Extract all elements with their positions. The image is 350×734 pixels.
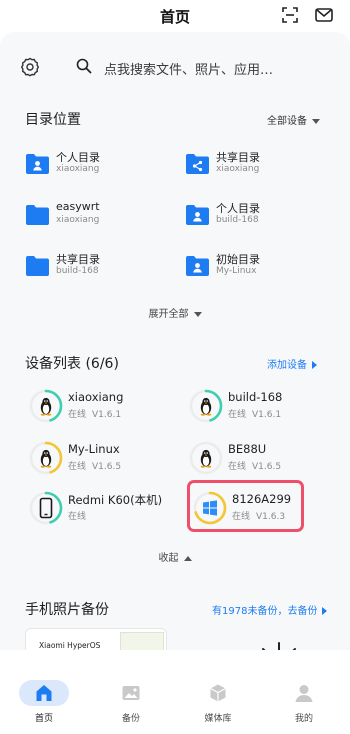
gear-icon[interactable] <box>20 57 40 77</box>
device-card[interactable]: BE88U 在线 V1.6.5 <box>189 441 339 485</box>
thumbnail-brand-text: Xiaomi HyperOS <box>39 641 101 650</box>
status-text: 在线 <box>68 512 87 522</box>
tab-label: 媒体库 <box>204 714 232 724</box>
device-status: 在线 V1.6.1 <box>228 407 281 420</box>
top-bar: 首页 <box>0 0 350 32</box>
linux-penguin-icon <box>40 397 52 416</box>
device-status: 在线 <box>68 509 92 522</box>
photo-icon <box>122 686 140 700</box>
folder-item[interactable]: 共享目录 xiaoxiang <box>185 149 335 185</box>
chevron-right-icon <box>322 607 328 615</box>
device-list-title: 设备列表 (6/6) <box>25 356 119 372</box>
share-folder-icon <box>186 154 209 174</box>
device-card[interactable]: My-Linux 在线 V1.6.5 <box>29 441 179 485</box>
device-status-ring <box>189 441 223 475</box>
device-status-ring <box>29 389 63 423</box>
expand-all-label: 展开全部 <box>148 309 189 320</box>
home-icon <box>36 685 52 701</box>
folder-device: build-168 <box>56 266 99 276</box>
tab-label: 备份 <box>121 714 140 724</box>
folder-device: build-168 <box>216 215 259 225</box>
folder-device: xiaoxiang <box>216 164 260 174</box>
scan-icon[interactable] <box>282 7 298 23</box>
device-filter-label: 全部设备 <box>267 116 307 127</box>
person-folder-icon <box>186 256 209 276</box>
person-folder-icon <box>26 154 49 174</box>
folder-item[interactable]: easywrt xiaoxiang <box>25 200 175 236</box>
device-card[interactable]: xiaoxiang 在线 V1.6.1 <box>29 389 179 433</box>
person-folder-icon <box>186 205 209 225</box>
folder-item[interactable]: 共享目录 build-168 <box>25 251 175 287</box>
tab-label: 我的 <box>294 714 313 724</box>
chevron-down-icon <box>193 311 202 317</box>
folder-item[interactable]: 初始目录 My-Linux <box>185 251 335 287</box>
folder-device: My-Linux <box>216 266 257 276</box>
folder-device: xiaoxiang <box>56 215 100 225</box>
linux-penguin-icon <box>40 449 52 468</box>
device-status: 在线 V1.6.1 <box>68 407 121 420</box>
status-text: 在线 <box>228 410 247 420</box>
folder-icon <box>26 256 49 276</box>
device-name: build-168 <box>228 390 283 404</box>
expand-all-button[interactable]: 展开全部 <box>0 305 350 320</box>
device-version: V1.6.1 <box>92 410 122 420</box>
device-status-ring <box>189 389 223 423</box>
status-text: 在线 <box>228 462 247 472</box>
device-status: 在线 V1.6.5 <box>68 459 121 472</box>
chevron-down-icon <box>312 118 320 124</box>
backup-status-label: 有1978未备份，去备份 <box>212 606 318 617</box>
device-card[interactable]: build-168 在线 V1.6.1 <box>189 389 339 433</box>
backup-title: 手机照片备份 <box>25 602 109 618</box>
folder-name: easywrt <box>56 200 100 213</box>
backup-now-link[interactable]: 有1978未备份，去备份 <box>212 602 328 617</box>
chevron-up-icon <box>183 555 192 561</box>
device-name: xiaoxiang <box>68 390 124 404</box>
directory-title: 目录位置 <box>25 112 81 128</box>
status-text: 在线 <box>68 462 87 472</box>
search-input[interactable]: 点我搜索文件、照片、应用… <box>72 55 274 79</box>
folder-item[interactable]: 个人目录 build-168 <box>185 200 335 236</box>
folder-item[interactable]: 个人目录 xiaoxiang <box>25 149 175 185</box>
folder-name: 共享目录 <box>216 151 260 164</box>
device-version: V1.6.1 <box>252 410 282 420</box>
linux-penguin-icon <box>200 397 212 416</box>
bottom-tab-bar: 首页 备份 媒体库 我的 <box>0 650 350 734</box>
device-status-ring <box>29 441 63 475</box>
collapse-label: 收起 <box>158 553 179 564</box>
folder-name: 个人目录 <box>56 151 100 164</box>
device-name: My-Linux <box>68 442 120 456</box>
device-version: V1.6.5 <box>252 462 282 472</box>
device-status-ring <box>29 491 63 525</box>
chevron-right-icon <box>312 361 317 369</box>
mail-icon[interactable] <box>315 7 333 23</box>
folder-name: 初始目录 <box>216 253 260 266</box>
folder-icon <box>26 205 49 225</box>
linux-penguin-icon <box>200 449 212 468</box>
search-placeholder: 点我搜索文件、照片、应用… <box>104 63 274 78</box>
tab-label: 首页 <box>34 714 53 724</box>
device-filter-dropdown[interactable]: 全部设备 <box>267 112 320 127</box>
device-card[interactable]: Redmi K60(本机) 在线 <box>29 491 179 535</box>
folder-name: 共享目录 <box>56 253 100 266</box>
user-icon <box>295 685 313 702</box>
add-device-button[interactable]: 添加设备 <box>267 356 317 371</box>
device-version: V1.6.5 <box>92 462 122 472</box>
collapse-button[interactable]: 收起 <box>0 549 350 564</box>
folder-name: 个人目录 <box>216 202 260 215</box>
selection-highlight <box>187 480 304 532</box>
device-name: Redmi K60(本机) <box>68 493 163 507</box>
device-status: 在线 V1.6.5 <box>228 459 281 472</box>
status-text: 在线 <box>68 410 87 420</box>
search-icon <box>76 58 92 74</box>
device-name: BE88U <box>228 442 267 456</box>
cube-icon <box>210 684 226 702</box>
phone-icon <box>39 497 53 519</box>
folder-device: xiaoxiang <box>56 164 100 174</box>
add-device-label: 添加设备 <box>267 360 307 371</box>
